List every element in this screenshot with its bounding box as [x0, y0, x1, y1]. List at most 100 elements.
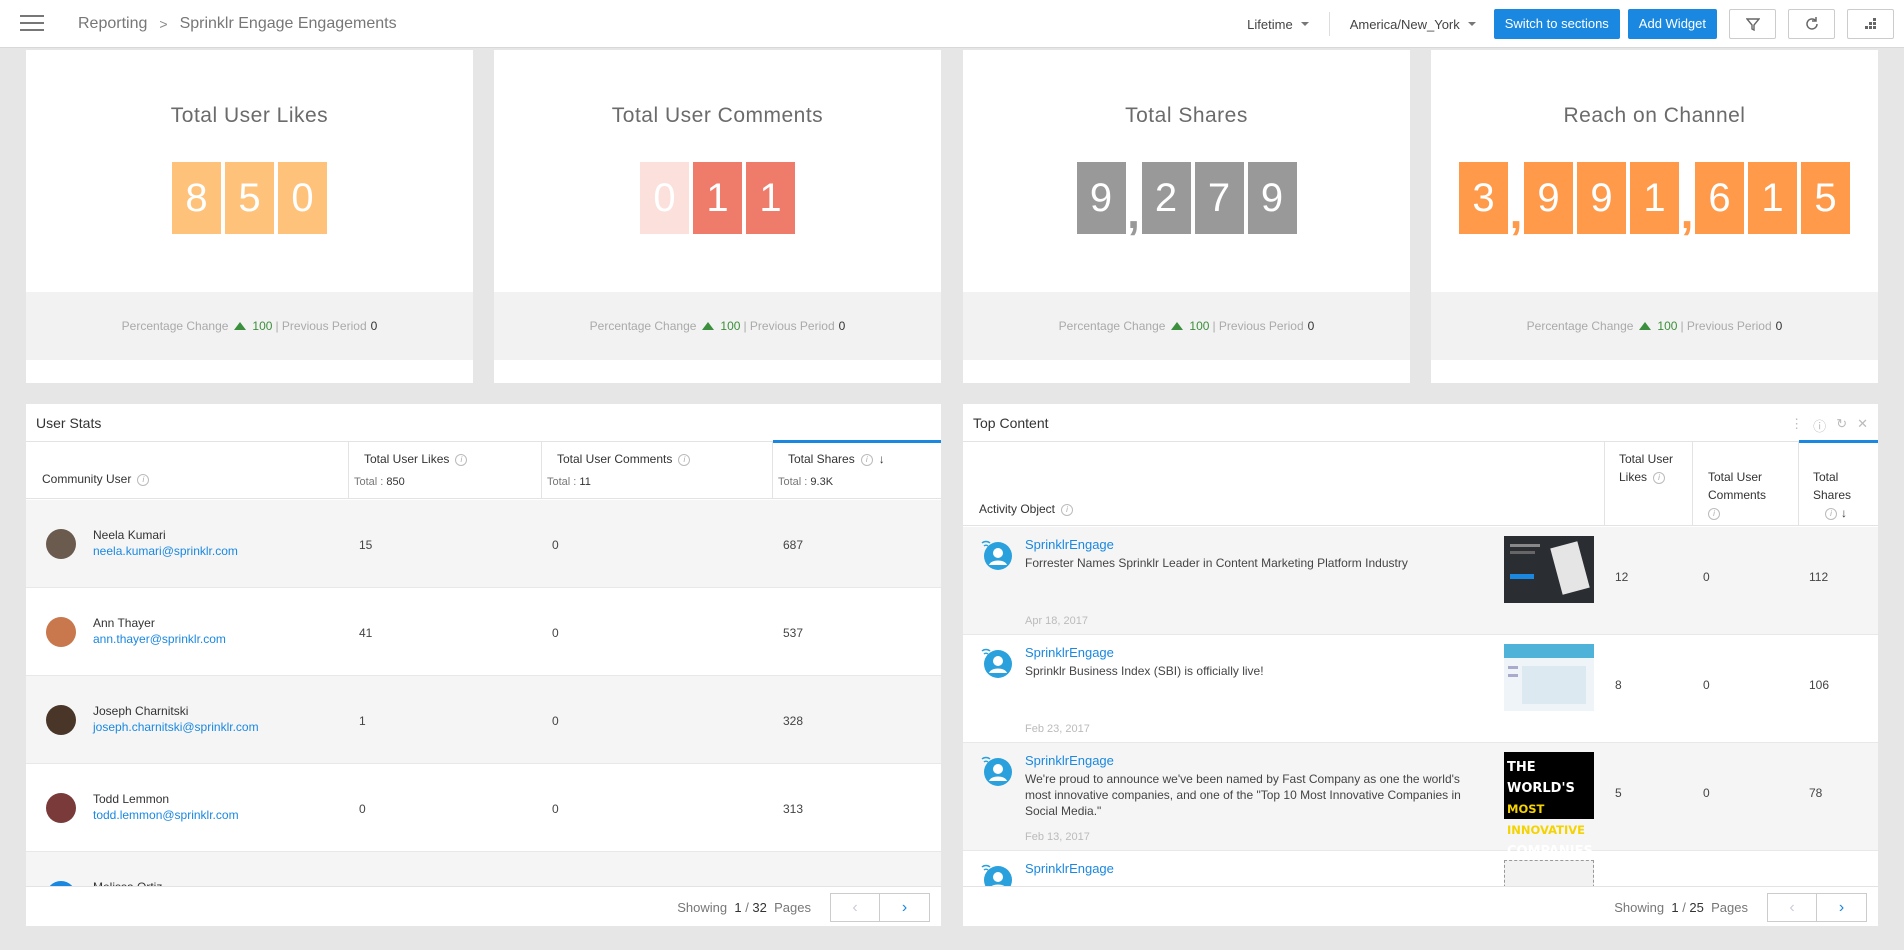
col-label: Total User Comments	[557, 452, 673, 466]
user-email[interactable]: todd.lemmon@sprinklr.com	[93, 808, 239, 822]
timezone-dropdown[interactable]: America/New_York	[1350, 17, 1476, 32]
content-thumbnail[interactable]	[1504, 644, 1594, 711]
likes-value: 0	[359, 802, 366, 816]
info-icon[interactable]: ⓘ	[1813, 416, 1826, 435]
total-value: 9.3K	[810, 476, 834, 488]
info-icon[interactable]: i	[1653, 471, 1666, 484]
col-total-user-likes[interactable]: Total User Likes i	[1619, 450, 1679, 486]
arrow-up-icon	[1171, 322, 1184, 330]
comments-value: 0	[1703, 786, 1710, 800]
content-date: Apr 18, 2017	[1025, 615, 1088, 627]
user-name: Todd Lemmon	[93, 792, 170, 806]
table-row[interactable]: Joseph Charnitski joseph.charnitski@spri…	[26, 676, 941, 764]
kpi-digit: 6	[1695, 162, 1744, 234]
table-row[interactable]: Neela Kumari neela.kumari@sprinklr.com 1…	[26, 500, 941, 588]
filter-button[interactable]	[1729, 9, 1776, 39]
kpi-digit: 0	[640, 162, 689, 234]
arrow-up-icon	[702, 322, 715, 330]
layout-button[interactable]	[1847, 9, 1894, 39]
col-total-shares[interactable]: Total Shares i ↓	[788, 452, 885, 466]
info-icon[interactable]: i	[1825, 507, 1837, 520]
refresh-icon[interactable]: ↻	[1836, 416, 1847, 435]
user-email[interactable]: ann.thayer@sprinklr.com	[93, 632, 226, 646]
table-row[interactable]: SprinklrEngage We're proud to announce w…	[963, 743, 1878, 859]
time-range-dropdown[interactable]: Lifetime	[1247, 17, 1309, 32]
kpi-digit: 9	[1577, 162, 1626, 234]
kpi-digit: 9	[1524, 162, 1573, 234]
kpi-title: Total User Likes	[170, 104, 329, 127]
timezone-value: America/New_York	[1349, 16, 1460, 32]
table-row[interactable]: Ann Thayer ann.thayer@sprinklr.com 41 0 …	[26, 588, 941, 676]
source-name[interactable]: SprinklrEngage	[1025, 753, 1114, 768]
next-page-button[interactable]: ›	[880, 894, 929, 921]
info-icon[interactable]: i	[1708, 507, 1720, 520]
refresh-icon	[1805, 17, 1818, 30]
table-row[interactable]: Todd Lemmon todd.lemmon@sprinklr.com 0 0…	[26, 764, 941, 852]
avatar	[46, 705, 76, 735]
prev-page-button[interactable]: ‹	[831, 894, 880, 921]
comments-value: 0	[552, 626, 559, 640]
sort-down-icon[interactable]: ↓	[879, 452, 885, 466]
kpi-digit: 9	[1076, 162, 1126, 234]
col-total-user-comments[interactable]: Total User Comments i	[557, 452, 691, 466]
layout-icon	[1864, 18, 1876, 29]
col-activity-object[interactable]: Activity Object i	[979, 502, 1074, 516]
user-email[interactable]: neela.kumari@sprinklr.com	[93, 544, 238, 558]
kpi-title: Reach on Channel	[1563, 104, 1746, 127]
shares-value: 112	[1809, 570, 1829, 584]
source-name[interactable]: SprinklrEngage	[1025, 537, 1114, 552]
arrow-up-icon	[1639, 322, 1652, 330]
close-icon[interactable]: ✕	[1857, 416, 1868, 435]
refresh-button[interactable]	[1788, 9, 1835, 39]
comments-value: 0	[1703, 678, 1710, 692]
user-email[interactable]: joseph.charnitski@sprinklr.com	[93, 720, 259, 734]
more-icon[interactable]: ⋮	[1790, 416, 1803, 435]
info-icon[interactable]: i	[137, 473, 150, 486]
col-total-user-likes[interactable]: Total User Likes i	[364, 452, 468, 466]
col-label: Total User Likes	[364, 452, 450, 466]
content-text: We're proud to announce we've been named…	[1025, 772, 1461, 818]
likes-value: 8	[1615, 678, 1622, 692]
col-community-user[interactable]: Community User i	[42, 472, 150, 486]
table-row[interactable]: SprinklrEngage Sprinklr Business Index (…	[963, 635, 1878, 743]
kpi-digit: 5	[225, 162, 274, 234]
total-value: 850	[386, 476, 405, 488]
top-content-panel: Top Content ⋮ ⓘ ↻ ✕ Activity Object i Tot…	[963, 404, 1878, 926]
switch-to-sections-button[interactable]: Switch to sections	[1493, 9, 1620, 39]
sort-down-icon[interactable]: ↓	[1841, 506, 1847, 520]
kpi-digits: 9,279	[963, 162, 1410, 248]
kpi-digit: 9	[1247, 162, 1297, 234]
showing-label: Showing	[677, 900, 728, 915]
kpi-title: Total Shares	[1125, 104, 1248, 127]
kpi-digit: 1	[1748, 162, 1797, 234]
kpi-card-shares: Total Shares 9,279 Percentage Change 100 |…	[963, 50, 1410, 383]
next-page-button[interactable]: ›	[1817, 894, 1866, 921]
add-widget-button[interactable]: Add Widget	[1627, 9, 1717, 39]
col-label: Community User	[42, 472, 132, 486]
col-total-user-comments[interactable]: Total User Comments i	[1708, 468, 1788, 522]
total-comments: Total : 11	[547, 476, 591, 488]
pagination-footer: Showing 1 / 25 Pages ‹ ›	[963, 886, 1878, 926]
comments-value: 0	[552, 538, 559, 552]
content-thumbnail[interactable]	[1504, 536, 1594, 603]
prev-period-value: 0	[1775, 319, 1783, 333]
total-pages: 32	[752, 900, 767, 915]
prev-page-button[interactable]: ‹	[1768, 894, 1817, 921]
menu-icon[interactable]	[20, 15, 44, 33]
breadcrumb-reporting[interactable]: Reporting	[78, 15, 147, 33]
source-name[interactable]: SprinklrEngage	[1025, 645, 1114, 660]
source-name[interactable]: SprinklrEngage	[1025, 861, 1114, 876]
table-row[interactable]: SprinklrEngage Forrester Names Sprinklr …	[963, 527, 1878, 635]
table-header: Community User i Total User Likes i Total …	[26, 440, 941, 499]
shares-value: 328	[783, 714, 804, 728]
current-page: 1	[734, 900, 742, 915]
sort-indicator	[1799, 440, 1878, 443]
info-icon[interactable]: i	[1061, 503, 1074, 516]
content-thumbnail[interactable]: THE WORLD'S MOST INNOVATIVE COMPANIES	[1504, 752, 1594, 859]
info-icon[interactable]: i	[678, 453, 691, 466]
info-icon[interactable]: i	[860, 453, 873, 466]
col-total-shares[interactable]: Total Shares i ↓	[1813, 468, 1863, 522]
kpi-comma: ,	[1680, 186, 1694, 238]
time-range-value: Lifetime	[1247, 16, 1293, 32]
info-icon[interactable]: i	[455, 453, 468, 466]
